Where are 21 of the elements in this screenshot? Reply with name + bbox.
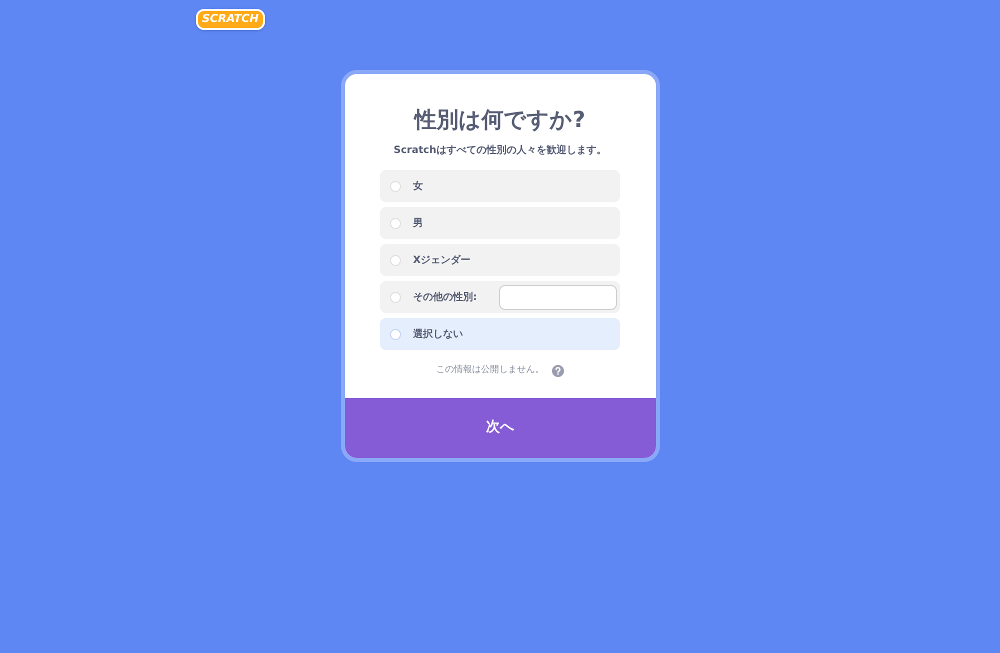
help-icon[interactable] bbox=[552, 364, 564, 377]
radio-button[interactable] bbox=[390, 292, 401, 302]
other-gender-field[interactable] bbox=[499, 284, 617, 310]
option-label: その他の性別: bbox=[413, 290, 477, 304]
option-label: Xジェンダー bbox=[413, 254, 471, 268]
privacy-note: この情報は公開しません。 bbox=[436, 364, 544, 377]
radio-button[interactable] bbox=[390, 254, 401, 266]
radio-button[interactable] bbox=[390, 328, 401, 340]
dialog-subtitle: Scratchはすべての性別の人々を歓迎します。 bbox=[394, 143, 606, 158]
gender-option[interactable]: 選択しない bbox=[380, 318, 620, 350]
gender-option[interactable]: その他の性別: bbox=[380, 281, 620, 313]
dialog-title: 性別は何ですか? bbox=[414, 107, 586, 135]
next-button[interactable]: 次へ bbox=[344, 398, 656, 458]
gender-option[interactable]: 男 bbox=[380, 207, 620, 239]
gender-option[interactable]: 女 bbox=[380, 170, 620, 202]
radio-button[interactable] bbox=[390, 180, 401, 192]
gender-option[interactable]: Xジェンダー bbox=[380, 244, 620, 276]
radio-button[interactable] bbox=[390, 218, 401, 228]
option-label: 男 bbox=[413, 216, 423, 230]
option-label: 選択しない bbox=[413, 328, 463, 342]
option-label: 女 bbox=[413, 180, 423, 194]
